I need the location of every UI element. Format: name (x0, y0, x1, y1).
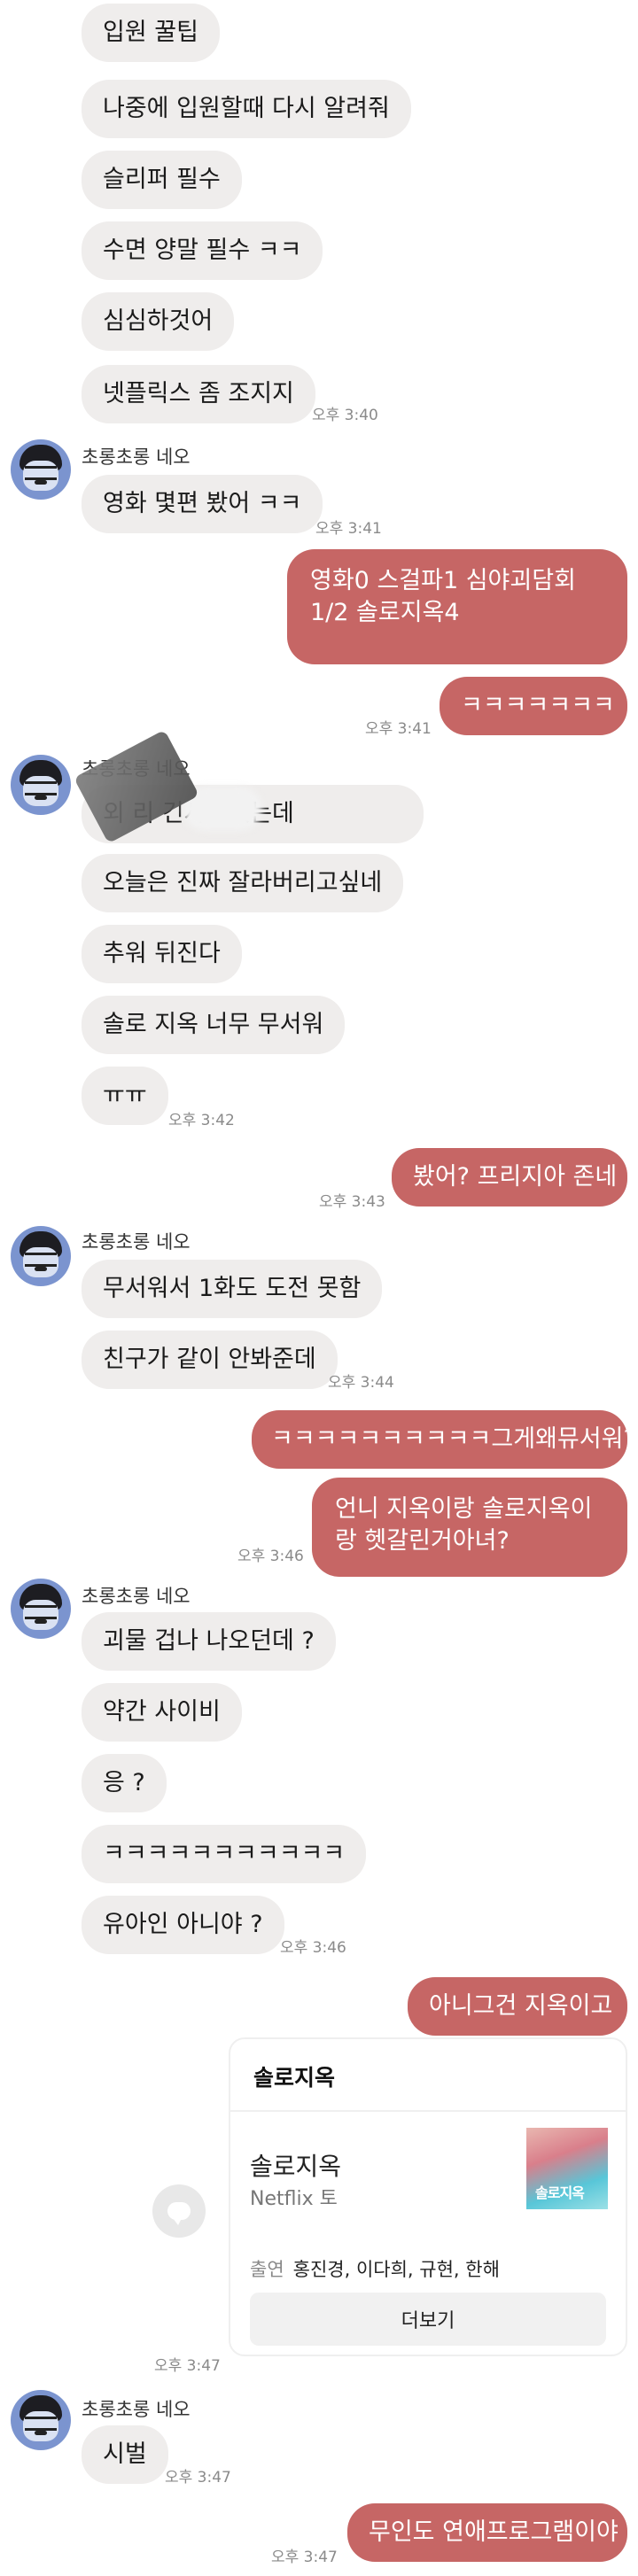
timestamp: 오후 3:46 (237, 1548, 304, 1565)
share-chat-icon (167, 2202, 191, 2225)
timestamp: 오후 3:44 (328, 1374, 394, 1392)
message-text: 수면 양말 필수 ㅋㅋ (103, 237, 302, 264)
message-text: 추워 뒤진다 (103, 940, 221, 967)
message-bubble[interactable]: 약간 사이비 (82, 1683, 242, 1742)
card-thumbnail[interactable]: 솔로지옥 (526, 2128, 608, 2209)
message-bubble[interactable]: 슬리퍼 필수 (82, 151, 242, 209)
message-bubble-sent[interactable]: 언니 지옥이랑 솔로지옥이랑 헷갈린거아녀? (312, 1478, 627, 1577)
card-title: 솔로지옥 (253, 2065, 336, 2091)
message-text: ㅠㅠ (103, 1082, 147, 1109)
message-bubble[interactable]: 무서워서 1화도 도전 못함 (82, 1260, 383, 1318)
avatar[interactable] (11, 2390, 71, 2450)
message-bubble-sent[interactable]: 아니그건 지옥이고 (408, 1977, 627, 2036)
message-text: 심심하것어 (103, 307, 214, 335)
message-text: 봤어? 프리지아 존네 (413, 1163, 618, 1191)
share-button[interactable] (152, 2184, 206, 2238)
message-text: ㅋㅋㅋㅋㅋㅋㅋ (461, 692, 615, 719)
timestamp: 오후 3:41 (315, 520, 382, 538)
avatar[interactable] (11, 755, 71, 815)
message-text: 시벌 (103, 2440, 147, 2468)
message-text: 유아인 아니야 ? (103, 1911, 263, 1938)
message-text: 아니그건 지옥이고 (429, 1992, 613, 2020)
message-bubble[interactable]: 넷플릭스 좀 조지지 (82, 365, 315, 423)
message-bubble[interactable]: 솔로 지옥 너무 무서워 (82, 996, 346, 1054)
message-bubble[interactable]: 시벌 (82, 2425, 168, 2484)
sender-name: 초롱초롱 네오 (82, 446, 191, 468)
message-bubble[interactable]: 나중에 입원할때 다시 알려줘 (82, 80, 411, 138)
message-bubble-sent[interactable]: ㅋㅋㅋㅋㅋㅋㅋ (440, 677, 627, 735)
timestamp: 오후 3:42 (168, 1112, 235, 1129)
message-text: 나중에 입원할때 다시 알려줘 (103, 95, 390, 122)
timestamp: 오후 3:47 (154, 2357, 221, 2375)
avatar[interactable] (11, 439, 71, 500)
message-bubble[interactable]: 괴물 겁나 나오던데 ? (82, 1612, 336, 1671)
sender-name: 초롱초롱 네오 (82, 2399, 191, 2420)
avatar[interactable] (11, 1226, 71, 1286)
message-bubble[interactable]: 심심하것어 (82, 292, 235, 351)
message-bubble-sent[interactable]: 무인도 연애프로그램이야 (347, 2503, 627, 2562)
timestamp: 오후 3:41 (365, 720, 432, 738)
message-bubble[interactable]: 수면 양말 필수 ㅋㅋ (82, 221, 323, 280)
cast-list: 홍진경, 이다희, 규현, 한해 (292, 2259, 500, 2280)
message-text: 친구가 같이 안봐준데 (103, 1346, 316, 1373)
card-show-name[interactable]: 솔로지옥 (250, 2147, 341, 2183)
message-text: 오늘은 진짜 잘라버리고싶네 (103, 869, 383, 896)
message-text: ㅋㅋㅋㅋㅋㅋㅋㅋㅋㅋㅋ (103, 1840, 346, 1867)
message-bubble[interactable]: 추워 뒤진다 (82, 925, 242, 983)
chat-view[interactable]: 입원 꿀팁 나중에 입원할때 다시 알려줘 슬리퍼 필수 수면 양말 필수 ㅋㅋ… (0, 0, 638, 2576)
card-show-info: Netflix 토 (250, 2188, 338, 2210)
message-text: ㅋㅋㅋㅋㅋㅋㅋㅋㅋㅋ그게왜뮤서워? (271, 1425, 636, 1453)
message-bubble[interactable]: ㅠㅠ (82, 1067, 168, 1125)
message-text: 입원 꿀팁 (103, 19, 198, 46)
message-text: 약간 사이비 (103, 1698, 221, 1726)
timestamp: 오후 3:47 (165, 2469, 231, 2487)
message-bubble[interactable]: 오늘은 진짜 잘라버리고싶네 (82, 854, 404, 912)
message-bubble-sent[interactable]: 봤어? 프리지아 존네 (392, 1148, 627, 1207)
message-text: 영화 몇편 봤어 ㅋㅋ (103, 490, 302, 517)
message-bubble[interactable]: 영화 몇편 봤어 ㅋㅋ (82, 475, 323, 533)
message-text: 무서워서 1화도 도전 못함 (103, 1275, 362, 1302)
sender-name: 초롱초롱 네오 (82, 1586, 191, 1607)
timestamp: 오후 3:43 (319, 1193, 385, 1211)
message-text: 슬리퍼 필수 (103, 166, 221, 193)
message-bubble[interactable]: 유아인 아니야 ? (82, 1896, 284, 1954)
link-preview-card[interactable]: 솔로지옥 솔로지옥 Netflix 토 솔로지옥 출연 홍진경, 이다희, 규현,… (229, 2037, 627, 2356)
timestamp: 오후 3:46 (280, 1939, 346, 1957)
cast-label: 출연 (250, 2259, 284, 2280)
message-text: 괴물 겁나 나오던데 ? (103, 1627, 315, 1655)
more-button[interactable]: 더보기 (250, 2293, 606, 2346)
message-bubble-sent[interactable]: 영화0 스걸파1 심야괴담회1/2 솔로지옥4 (287, 549, 627, 664)
timestamp: 오후 3:47 (271, 2549, 338, 2566)
message-bubble[interactable]: ㅋㅋㅋㅋㅋㅋㅋㅋㅋㅋㅋ (82, 1825, 367, 1883)
message-text: 넷플릭스 좀 조지지 (103, 380, 294, 407)
message-text: 무인도 연애프로그램이야 (369, 2518, 619, 2546)
message-bubble-sent[interactable]: ㅋㅋㅋㅋㅋㅋㅋㅋㅋㅋ그게왜뮤서워? (252, 1410, 636, 1469)
message-bubble[interactable]: 친구가 같이 안봐준데 (82, 1331, 338, 1389)
message-text: 언니 지옥이랑 솔로지옥이랑 헷갈린거아녀? (335, 1495, 593, 1555)
thumbnail-logo-text: 솔로지옥 (535, 2184, 585, 2201)
message-bubble[interactable]: 입원 꿀팁 (82, 4, 220, 62)
avatar[interactable] (11, 1579, 71, 1639)
card-cast-line: 출연 홍진경, 이다희, 규현, 한해 (250, 2255, 500, 2282)
timestamp: 오후 3:40 (312, 407, 378, 424)
message-bubble[interactable]: 응 ? (82, 1754, 167, 1812)
card-divider (230, 2110, 626, 2112)
message-text: 영화0 스걸파1 심야괴담회1/2 솔로지옥4 (310, 567, 576, 626)
message-text: 응 ? (103, 1769, 145, 1796)
sender-name: 초롱초롱 네오 (82, 1231, 191, 1253)
message-text: 솔로 지옥 너무 무서워 (103, 1011, 324, 1038)
